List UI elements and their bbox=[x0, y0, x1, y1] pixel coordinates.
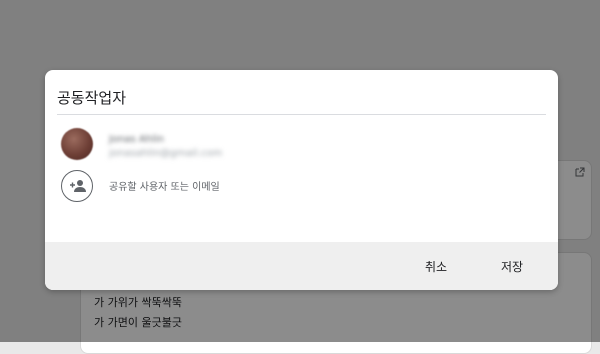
add-collaborator-row bbox=[61, 170, 341, 204]
dialog-title: 공동작업자 bbox=[57, 89, 127, 107]
collaborators-dialog: 공동작업자 Jonas Ahlin jonasahlin@gmail.com 취… bbox=[45, 70, 558, 290]
cancel-button[interactable]: 취소 bbox=[419, 256, 453, 277]
collaborator-email: jonasahlin@gmail.com bbox=[109, 148, 223, 159]
divider bbox=[57, 114, 546, 115]
collaborator-name: Jonas Ahlin bbox=[109, 134, 164, 145]
save-button[interactable]: 저장 bbox=[495, 256, 529, 277]
person-add-icon bbox=[61, 170, 93, 202]
dialog-footer: 취소 저장 bbox=[45, 242, 558, 290]
share-email-input[interactable] bbox=[109, 179, 319, 195]
collaborator-row: Jonas Ahlin jonasahlin@gmail.com bbox=[61, 126, 261, 162]
avatar bbox=[61, 128, 93, 160]
